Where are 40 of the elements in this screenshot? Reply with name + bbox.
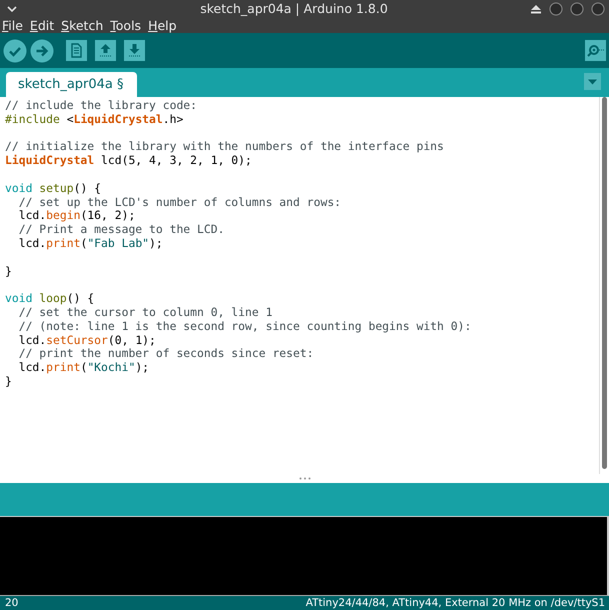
tab-menu-button[interactable]: [584, 73, 601, 90]
scrollbar-thumb[interactable]: [602, 97, 607, 469]
open-button[interactable]: [95, 40, 116, 61]
code-line: void setup() {: [5, 180, 102, 195]
code-line: }: [5, 374, 12, 388]
close-button[interactable]: [591, 2, 605, 16]
editor-tab[interactable]: sketch_apr04a §: [6, 72, 137, 97]
menu-item[interactable]: Tools: [110, 18, 142, 32]
menu-item[interactable]: Sketch: [61, 18, 104, 32]
menu-item[interactable]: Help: [148, 18, 177, 32]
code-line: }: [5, 264, 12, 278]
code-line: lcd.print("Kochi");: [18, 360, 150, 374]
code-line: // initialize the library with the numbers of the interface pins: [5, 139, 444, 154]
verify-button[interactable]: [3, 38, 27, 62]
board-info: ATtiny24/44/84, ATtiny44, External 20 MHz on /dev/ttyS1: [306, 597, 605, 609]
code-line: // include the library code:: [5, 98, 198, 112]
code-line: lcd.print("Fab Lab");: [18, 236, 163, 250]
code-line: LiquidCrystal lcd(5, 4, 3, 2, 1, 0);: [5, 153, 252, 168]
code-line: lcd.setCursor(0, 1);: [18, 332, 156, 347]
line-number: 20: [5, 597, 18, 609]
window-title: sketch_apr04a | Arduino 1.8.0: [199, 1, 389, 16]
chevron-down-icon[interactable]: [6, 4, 18, 12]
menu-item[interactable]: Edit: [30, 18, 54, 32]
code-line: // Print a message to the LCD.: [18, 222, 224, 236]
splitter-handle-icon[interactable]: [298, 477, 310, 480]
minimize-button[interactable]: [549, 2, 563, 16]
eject-icon[interactable]: [530, 4, 542, 14]
code-line: // set up the LCD's number of columns and rows:: [18, 194, 342, 209]
code-line: // print the number of seconds since reset:: [18, 346, 314, 360]
maximize-button[interactable]: [570, 2, 584, 16]
code-line: // set the cursor to column 0, line 1: [18, 304, 272, 319]
save-button[interactable]: [124, 40, 145, 61]
code-line: lcd.begin(16, 2);: [18, 208, 136, 222]
code-line: #include <LiquidCrystal.h>: [5, 112, 184, 126]
serial-monitor-button[interactable]: [585, 40, 606, 61]
menu-item[interactable]: File: [2, 18, 23, 32]
upload-button[interactable]: [30, 38, 54, 62]
code-line: // (note: line 1 is the second row, since counting begins with 0):: [18, 318, 472, 333]
new-button[interactable]: [66, 40, 87, 61]
code-line: void loop() {: [5, 291, 94, 306]
